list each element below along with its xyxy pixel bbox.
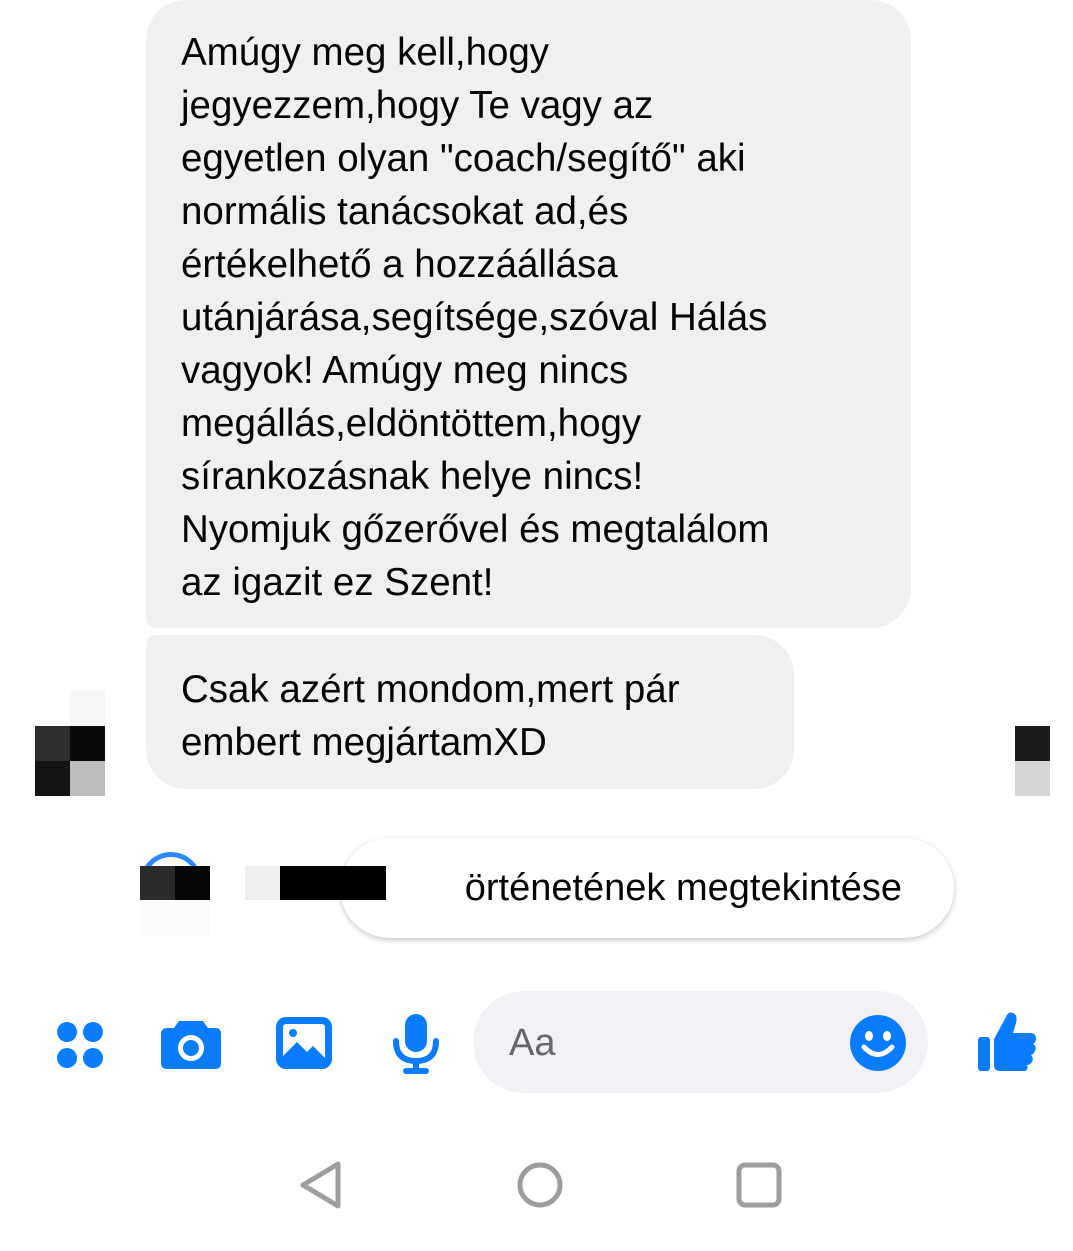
- message-line: értékelhető a hozzáállása: [181, 243, 618, 286]
- thumbs-up-icon: [978, 1012, 1036, 1071]
- message-line: sírankozásnak helye nincs!: [181, 455, 644, 498]
- system-navigation-bar: [0, 1130, 1073, 1251]
- view-story-button[interactable]: örténetének megtekintése: [340, 838, 954, 938]
- voice-record-button[interactable]: [390, 1013, 442, 1075]
- recents-button[interactable]: [736, 1162, 782, 1208]
- back-triangle-icon: [300, 1161, 341, 1209]
- message-line: egyetlen olyan "coach/segítő" aki: [181, 137, 746, 180]
- message-line: utánjárása,segítsége,szóval Hálás: [181, 296, 768, 339]
- message-line: jegyezzem,hogy Te vagy az: [181, 84, 654, 127]
- message-line: megállás,eldöntöttem,hogy: [181, 402, 642, 445]
- camera-icon: [161, 1021, 221, 1069]
- message-composer: [0, 985, 1073, 1105]
- menu-dots-icon: [57, 1022, 103, 1068]
- message-line: Nyomjuk gőzerővel és megtalálom: [181, 508, 770, 551]
- message-line: vagyok! Amúgy meg nincs: [181, 349, 629, 392]
- home-circle-icon: [517, 1162, 563, 1208]
- message-line: embert megjártamXD: [181, 721, 547, 764]
- view-story-label: örténetének megtekintése: [464, 867, 902, 909]
- microphone-icon: [393, 1014, 439, 1074]
- emoji-icon: [850, 1015, 906, 1071]
- emoji-button[interactable]: [848, 1013, 908, 1073]
- message-input-box[interactable]: [473, 991, 928, 1095]
- menu-dots-button[interactable]: [50, 1015, 110, 1075]
- message-line: normális tanácsokat ad,és: [181, 190, 629, 233]
- gallery-button[interactable]: [274, 1015, 334, 1071]
- message-bubble[interactable]: Csak azért mondom,mert pár embert megjár…: [146, 635, 794, 789]
- message-input[interactable]: [507, 991, 831, 1095]
- gallery-icon: [276, 1017, 332, 1069]
- message-line: Csak azért mondom,mert pár: [181, 668, 680, 711]
- message-bubble[interactable]: Amúgy meg kell,hogy jegyezzem,hogy Te va…: [146, 0, 911, 628]
- like-button[interactable]: [975, 1007, 1039, 1075]
- home-button[interactable]: [516, 1161, 564, 1209]
- camera-button[interactable]: [158, 1013, 224, 1073]
- recents-square-icon: [736, 1162, 782, 1208]
- story-name-redaction: [280, 866, 386, 900]
- back-button[interactable]: [298, 1160, 344, 1210]
- message-line: Amúgy meg kell,hogy: [181, 31, 550, 74]
- message-line: az igazit ez Szent!: [181, 561, 494, 604]
